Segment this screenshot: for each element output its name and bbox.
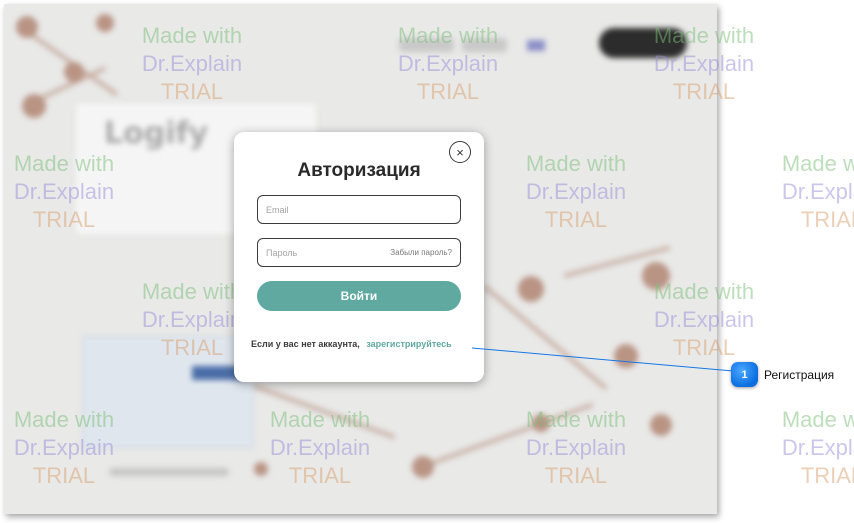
background-preview-image — [82, 336, 254, 448]
login-button[interactable]: Войти — [257, 281, 461, 311]
signup-link[interactable]: зарегистрируйтесь — [366, 339, 451, 349]
password-field[interactable]: Забыли пароль? — [257, 238, 461, 267]
modal-title: Авторизация — [297, 160, 421, 181]
callout-label: Регистрация — [764, 368, 835, 382]
forgot-password-link[interactable]: Забыли пароль? — [390, 248, 452, 257]
flag-icon — [527, 40, 545, 51]
no-account-text: Если у вас нет аккаунта, — [251, 339, 360, 349]
callout-marker: 1 — [731, 362, 758, 387]
auth-modal: × Авторизация Забыли пароль? Войти Если … — [234, 132, 484, 382]
password-input[interactable] — [266, 245, 386, 261]
trial-watermark: Made withDr.ExplainTRIAL — [781, 407, 854, 488]
email-input[interactable] — [266, 202, 386, 218]
signup-row: Если у вас нет аккаунта, зарегистрируйте… — [251, 339, 452, 349]
background-logo: Logify — [104, 116, 209, 151]
background-pill-button — [599, 28, 687, 58]
email-field[interactable] — [257, 195, 461, 224]
trial-watermark: Made withDr.ExplainTRIAL — [781, 151, 854, 232]
